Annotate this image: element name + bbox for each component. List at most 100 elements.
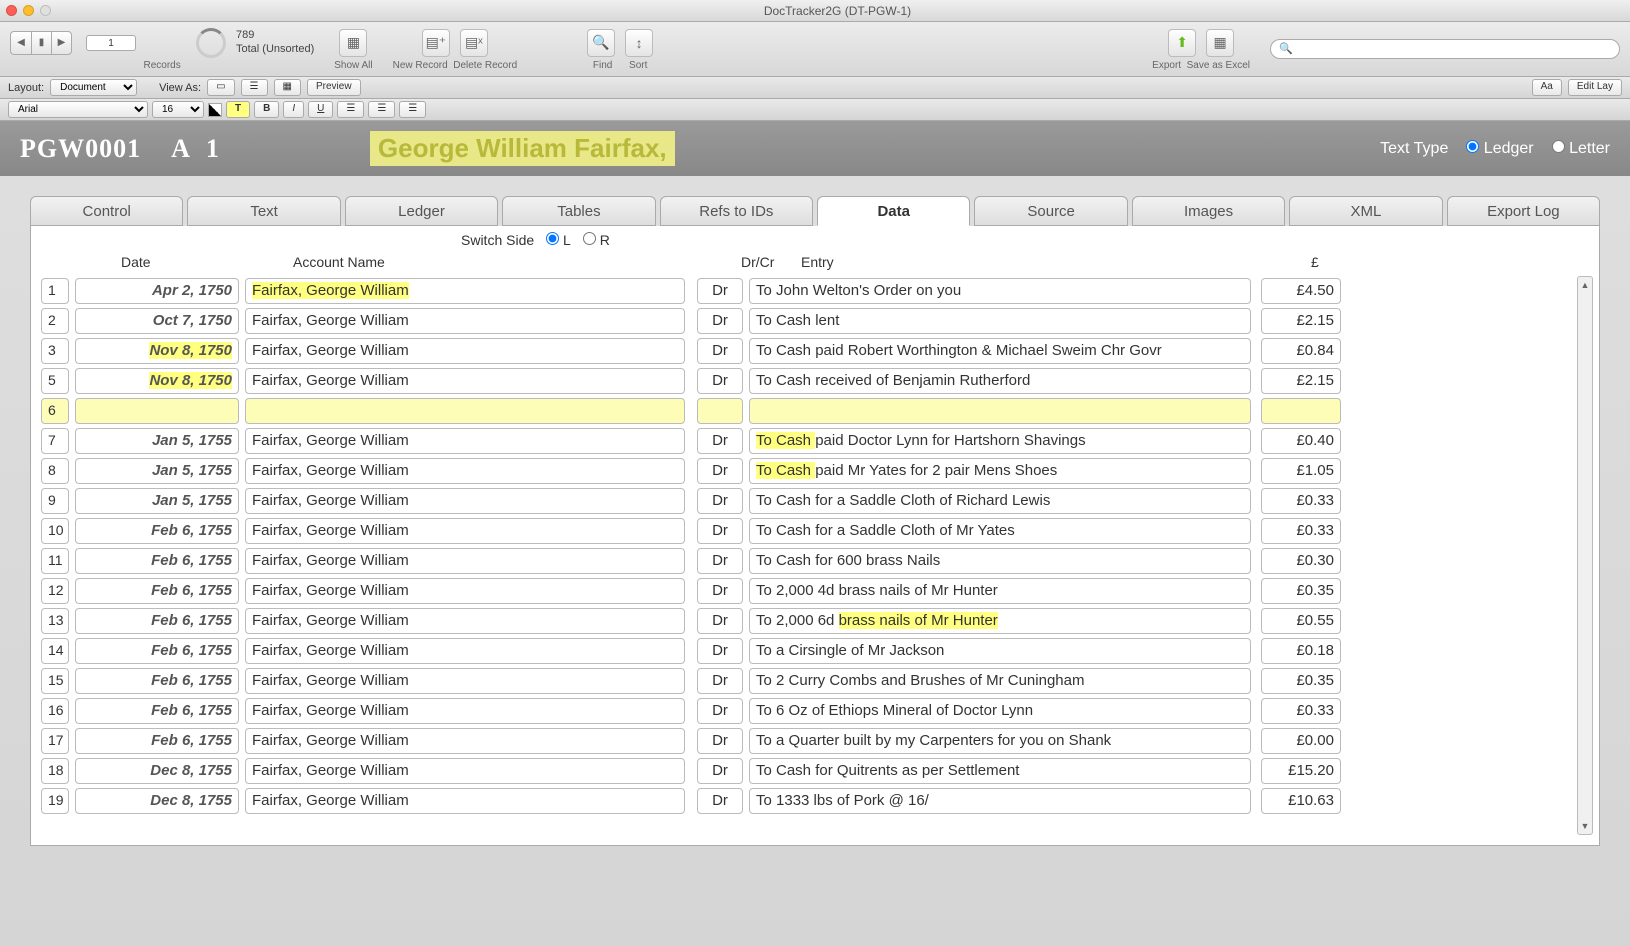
aa-button[interactable]: Aa	[1532, 79, 1562, 96]
row-date[interactable]: Feb 6, 1755	[75, 638, 239, 664]
row-drcr[interactable]: Dr	[697, 668, 743, 694]
table-row[interactable]: 15Feb 6, 1755Fairfax, George WilliamDrTo…	[41, 666, 1574, 696]
row-amount[interactable]: £0.35	[1261, 578, 1341, 604]
font-select[interactable]: Arial	[8, 101, 148, 118]
row-entry[interactable]: To Cash for Quitrents as per Settlement	[749, 758, 1251, 784]
table-row[interactable]: 17Feb 6, 1755Fairfax, George WilliamDrTo…	[41, 726, 1574, 756]
row-drcr[interactable]: Dr	[697, 368, 743, 394]
row-amount[interactable]: £10.63	[1261, 788, 1341, 814]
row-drcr[interactable]	[697, 398, 743, 424]
italic-button[interactable]: I	[283, 101, 304, 118]
row-drcr[interactable]: Dr	[697, 728, 743, 754]
row-amount[interactable]: £2.15	[1261, 308, 1341, 334]
row-amount[interactable]: £0.84	[1261, 338, 1341, 364]
row-drcr[interactable]: Dr	[697, 638, 743, 664]
record-number-field[interactable]: 1	[86, 35, 136, 51]
row-entry[interactable]: To Cash paid Robert Worthington & Michae…	[749, 338, 1251, 364]
row-amount[interactable]: £15.20	[1261, 758, 1341, 784]
row-amount[interactable]: £0.35	[1261, 668, 1341, 694]
minimize-icon[interactable]	[23, 5, 34, 16]
row-account[interactable]: Fairfax, George William	[245, 608, 685, 634]
row-number[interactable]: 11	[41, 548, 69, 574]
row-amount[interactable]: £0.33	[1261, 518, 1341, 544]
row-account[interactable]: Fairfax, George William	[245, 548, 685, 574]
row-drcr[interactable]: Dr	[697, 518, 743, 544]
row-account[interactable]: Fairfax, George William	[245, 698, 685, 724]
row-number[interactable]: 2	[41, 308, 69, 334]
row-account[interactable]: Fairfax, George William	[245, 308, 685, 334]
row-account[interactable]	[245, 398, 685, 424]
table-row[interactable]: 8Jan 5, 1755Fairfax, George WilliamDrTo …	[41, 456, 1574, 486]
row-number[interactable]: 17	[41, 728, 69, 754]
prev-record-icon[interactable]: ◀	[11, 32, 31, 54]
row-number[interactable]: 12	[41, 578, 69, 604]
row-amount[interactable]: £0.55	[1261, 608, 1341, 634]
new-record-icon[interactable]: ▤⁺	[422, 29, 450, 57]
radio-ledger[interactable]: Ledger	[1466, 140, 1533, 158]
row-account[interactable]: Fairfax, George William	[245, 758, 685, 784]
row-date[interactable]: Feb 6, 1755	[75, 668, 239, 694]
row-entry[interactable]: To 1333 lbs of Pork @ 16/	[749, 788, 1251, 814]
row-drcr[interactable]: Dr	[697, 458, 743, 484]
row-entry[interactable]: To Cash paid Mr Yates for 2 pair Mens Sh…	[749, 458, 1251, 484]
row-number[interactable]: 18	[41, 758, 69, 784]
row-date[interactable]: Nov 8, 1750	[75, 368, 239, 394]
row-date[interactable]: Feb 6, 1755	[75, 518, 239, 544]
row-entry[interactable]: To Cash received of Benjamin Rutherford	[749, 368, 1251, 394]
row-date[interactable]: Feb 6, 1755	[75, 548, 239, 574]
row-entry[interactable]: To a Quarter built by my Carpenters for …	[749, 728, 1251, 754]
row-amount[interactable]	[1261, 398, 1341, 424]
row-date[interactable]: Dec 8, 1755	[75, 758, 239, 784]
row-number[interactable]: 5	[41, 368, 69, 394]
tab-source[interactable]: Source	[974, 196, 1127, 226]
delete-record-icon[interactable]: ▤ˣ	[460, 29, 488, 57]
switch-l[interactable]: L	[546, 232, 571, 248]
row-amount[interactable]: £1.05	[1261, 458, 1341, 484]
row-drcr[interactable]: Dr	[697, 428, 743, 454]
preview-button[interactable]: Preview	[307, 79, 361, 96]
table-row[interactable]: 19Dec 8, 1755Fairfax, George WilliamDrTo…	[41, 786, 1574, 816]
row-entry[interactable]: To Cash for a Saddle Cloth of Mr Yates	[749, 518, 1251, 544]
tab-control[interactable]: Control	[30, 196, 183, 226]
row-entry[interactable]: To 2,000 4d brass nails of Mr Hunter	[749, 578, 1251, 604]
row-entry[interactable]: To a Cirsingle of Mr Jackson	[749, 638, 1251, 664]
row-account[interactable]: Fairfax, George William	[245, 368, 685, 394]
row-date[interactable]: Jan 5, 1755	[75, 458, 239, 484]
row-amount[interactable]: £0.40	[1261, 428, 1341, 454]
row-account[interactable]: Fairfax, George William	[245, 278, 685, 304]
row-amount[interactable]: £0.00	[1261, 728, 1341, 754]
row-account[interactable]: Fairfax, George William	[245, 578, 685, 604]
sort-icon[interactable]: ↕	[625, 29, 653, 57]
table-row[interactable]: 10Feb 6, 1755Fairfax, George WilliamDrTo…	[41, 516, 1574, 546]
row-number[interactable]: 7	[41, 428, 69, 454]
row-entry[interactable]: To John Welton's Order on you	[749, 278, 1251, 304]
row-account[interactable]: Fairfax, George William	[245, 638, 685, 664]
row-number[interactable]: 16	[41, 698, 69, 724]
row-drcr[interactable]: Dr	[697, 578, 743, 604]
scroll-down-icon[interactable]: ▼	[1578, 818, 1592, 834]
table-row[interactable]: 6	[41, 396, 1574, 426]
table-row[interactable]: 1Apr 2, 1750Fairfax, George WilliamDrTo …	[41, 276, 1574, 306]
view-form-icon[interactable]: ▭	[207, 79, 234, 96]
view-list-icon[interactable]: ☰	[241, 79, 268, 96]
row-number[interactable]: 15	[41, 668, 69, 694]
table-row[interactable]: 9Jan 5, 1755Fairfax, George WilliamDrTo …	[41, 486, 1574, 516]
row-date[interactable]	[75, 398, 239, 424]
row-drcr[interactable]: Dr	[697, 338, 743, 364]
row-date[interactable]: Feb 6, 1755	[75, 608, 239, 634]
row-date[interactable]: Feb 6, 1755	[75, 698, 239, 724]
tab-refs-to-ids[interactable]: Refs to IDs	[660, 196, 813, 226]
row-number[interactable]: 14	[41, 638, 69, 664]
row-account[interactable]: Fairfax, George William	[245, 338, 685, 364]
align-right-icon[interactable]: ☰	[399, 101, 426, 118]
row-number[interactable]: 13	[41, 608, 69, 634]
zoom-icon[interactable]	[40, 5, 51, 16]
tab-data[interactable]: Data	[817, 196, 970, 226]
row-drcr[interactable]: Dr	[697, 488, 743, 514]
table-row[interactable]: 14Feb 6, 1755Fairfax, George William DrTo…	[41, 636, 1574, 666]
row-entry[interactable]: To Cash for 600 brass Nails	[749, 548, 1251, 574]
edit-layout-button[interactable]: Edit Lay	[1568, 79, 1622, 96]
row-amount[interactable]: £0.33	[1261, 488, 1341, 514]
search-input[interactable]	[1270, 39, 1620, 59]
record-nav[interactable]: ◀ ▮ ▶	[10, 31, 72, 55]
